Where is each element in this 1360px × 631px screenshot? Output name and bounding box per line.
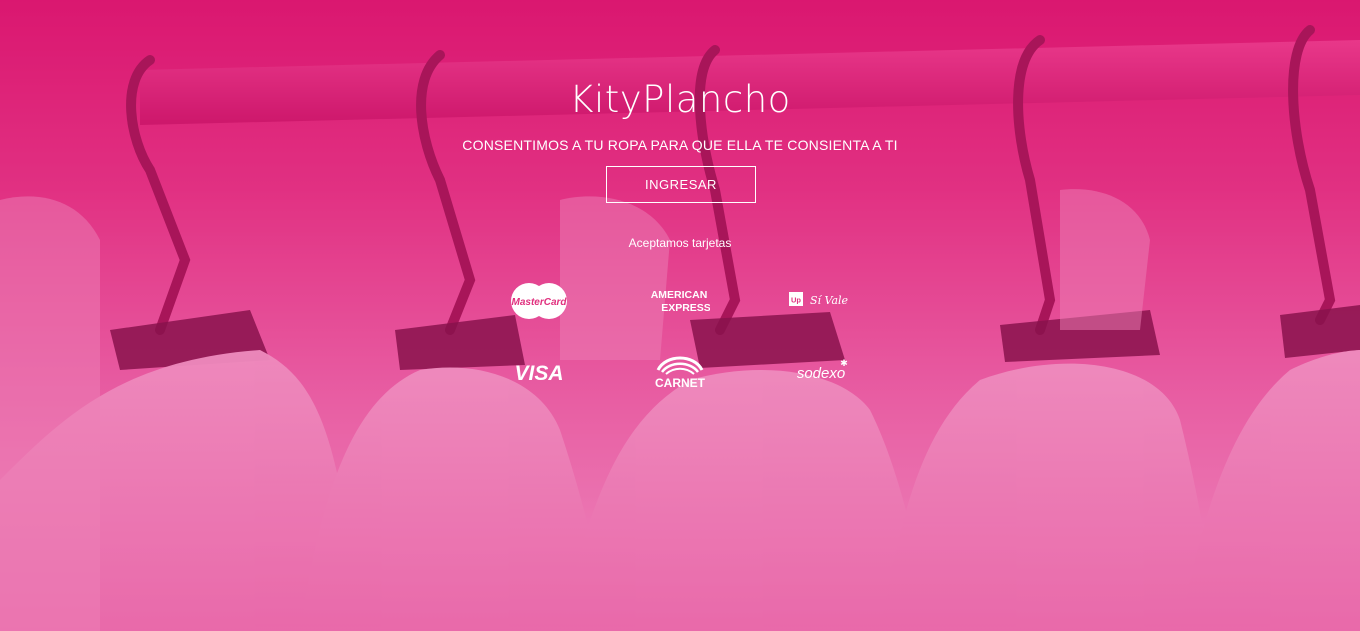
login-button[interactable]: INGRESAR	[606, 166, 756, 203]
sodexo-logo: ✱ sodexo	[788, 356, 856, 384]
sivale-text: Sí Vale	[810, 294, 849, 307]
site-tagline: CONSENTIMOS A TU ROPA PARA QUE ELLA TE C…	[462, 137, 898, 153]
carnet-icon: CARNET	[655, 356, 706, 390]
sivale-icon: Up Sí Vale	[789, 292, 849, 307]
sivale-badge-text: Up	[791, 296, 801, 305]
visa-text: VISA	[514, 362, 563, 385]
hero-section: KityPlancho CONSENTIMOS A TU ROPA PARA Q…	[0, 0, 1360, 631]
sodexo-icon: ✱ sodexo	[797, 359, 848, 382]
accepted-cards-heading: Aceptamos tarjetas	[628, 236, 732, 250]
amex-text-line2: EXPRESS	[661, 302, 710, 314]
mastercard-icon: MasterCard	[511, 283, 567, 319]
visa-logo: VISA	[508, 358, 570, 388]
amex-icon: AMERICAN EXPRESS	[651, 289, 710, 314]
mastercard-logo: MasterCard	[507, 282, 571, 320]
mastercard-text: MasterCard	[511, 297, 567, 308]
hero-content: KityPlancho CONSENTIMOS A TU ROPA PARA Q…	[0, 0, 1360, 631]
carnet-logo: CARNET	[646, 350, 714, 390]
carnet-text: CARNET	[655, 376, 706, 390]
site-title: KityPlancho	[569, 78, 791, 121]
sivale-logo: Up Sí Vale	[788, 288, 854, 312]
sodexo-text: sodexo	[797, 365, 845, 382]
visa-icon: VISA	[514, 362, 563, 385]
amex-logo: AMERICAN EXPRESS	[648, 286, 710, 316]
amex-text-line1: AMERICAN	[651, 289, 708, 301]
